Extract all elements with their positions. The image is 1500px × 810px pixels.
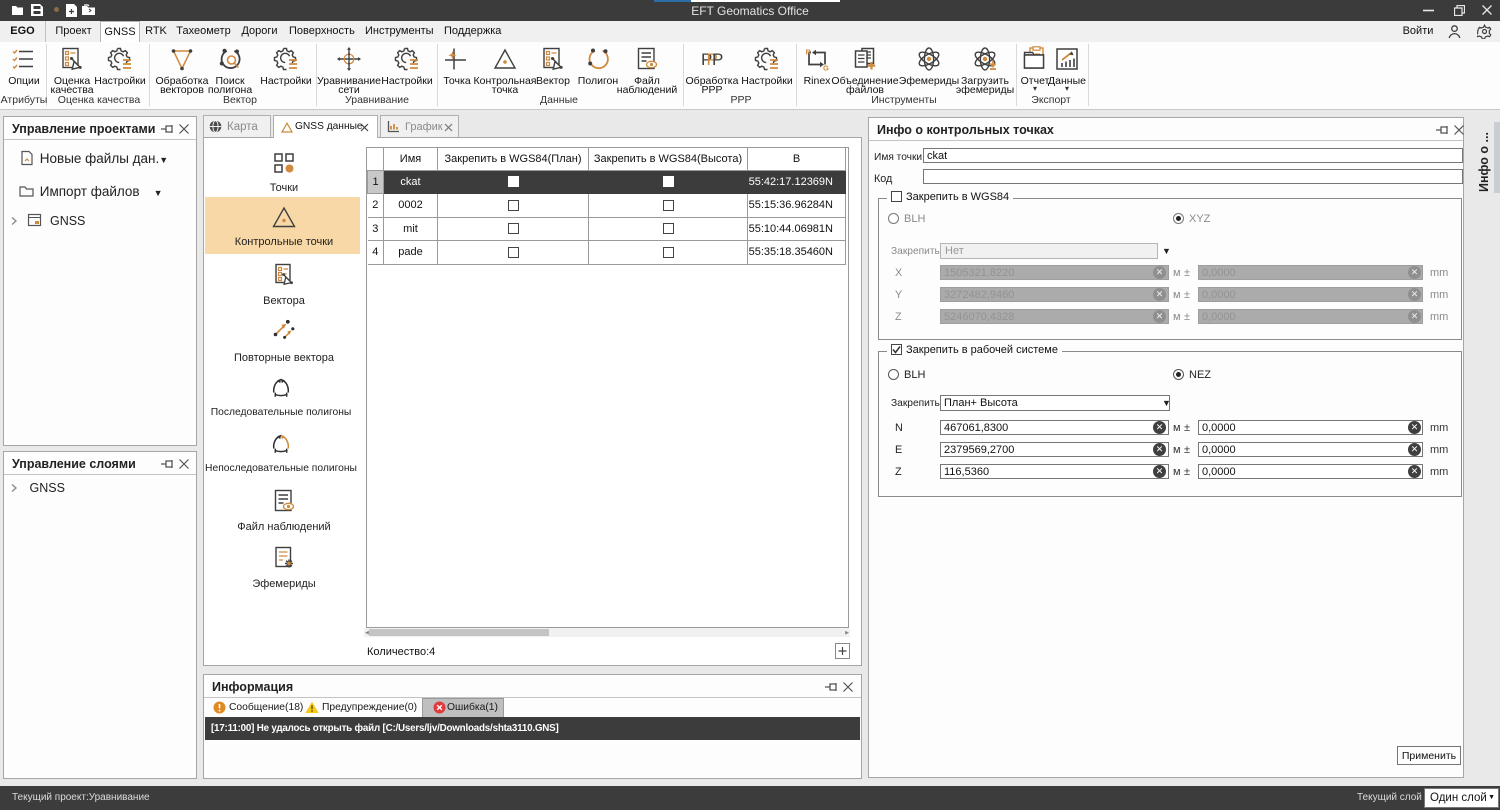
- svg-text:R: R: [806, 48, 812, 57]
